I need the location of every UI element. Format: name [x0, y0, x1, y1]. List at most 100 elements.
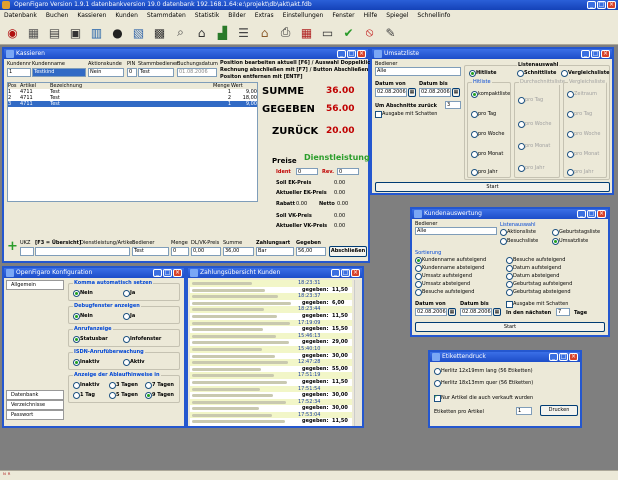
- box-icon[interactable]: ▩: [150, 23, 169, 42]
- menu-kunden[interactable]: Kunden: [115, 10, 138, 21]
- kundenaus-calendar-bis-icon[interactable]: ▦: [493, 308, 501, 316]
- opt-vg-jahr[interactable]: pro Jahr: [567, 169, 594, 176]
- debug-ja[interactable]: Ja: [123, 313, 135, 320]
- kundennr-field[interactable]: 1: [7, 68, 31, 77]
- list-item[interactable]: gegeben: 11,50: [190, 312, 352, 320]
- umsatz-maximize-button[interactable]: □: [591, 50, 600, 58]
- opt-pro-woche[interactable]: pro Woche: [471, 131, 504, 138]
- opt-vg-woche[interactable]: pro Woche: [567, 131, 600, 138]
- list-item[interactable]: gegeben: 30,00: [190, 392, 352, 399]
- menu-datenbank[interactable]: Datenbank: [4, 10, 37, 21]
- zahlung-scrollbar[interactable]: [354, 280, 362, 426]
- list-item[interactable]: 17:19:09: [190, 319, 352, 327]
- etikett-close-button[interactable]: ×: [569, 353, 578, 361]
- umsatz-datum-von-field[interactable]: 02.08.2006: [375, 88, 407, 97]
- menu-bilder[interactable]: Bilder: [228, 10, 245, 21]
- pin-field[interactable]: 0: [127, 68, 137, 77]
- pro-artikel-field[interactable]: 1: [516, 407, 532, 415]
- tab-passwort[interactable]: Passwort: [6, 410, 64, 420]
- menu-kassieren[interactable]: Kassieren: [77, 10, 106, 21]
- calendar-bis-icon[interactable]: ▦: [452, 88, 460, 97]
- komma-ja[interactable]: Ja: [123, 290, 135, 297]
- sort-besuche-auf[interactable]: Besuche aufsteigend: [506, 257, 565, 264]
- calendar-icon[interactable]: ▦: [297, 23, 316, 42]
- list-item[interactable]: 18:23:44: [190, 306, 352, 313]
- umsatz-datum-bis-field[interactable]: 02.08.2006: [419, 88, 451, 97]
- maximize-button[interactable]: □: [597, 1, 606, 9]
- umsatz-start-button[interactable]: Start: [375, 182, 610, 192]
- list-item[interactable]: 18:23:31: [190, 280, 352, 287]
- menu-stammdaten[interactable]: Stammdaten: [147, 10, 186, 21]
- chart-icon[interactable]: ▟: [213, 23, 232, 42]
- ukz-field[interactable]: [20, 247, 34, 256]
- zahlung-close-button[interactable]: ×: [351, 269, 360, 277]
- opt-vg-monat[interactable]: pro Monat: [567, 151, 599, 158]
- ablauf-9[interactable]: 9 Tagen: [145, 392, 174, 399]
- ablauf-1[interactable]: 1 Tag: [73, 392, 95, 399]
- buchungsdatum-field[interactable]: 01.08.2006: [177, 68, 217, 77]
- kundenname-field[interactable]: Testkind: [32, 68, 86, 77]
- umsatz-minimize-button[interactable]: _: [581, 50, 590, 58]
- radio-aktionsliste[interactable]: Aktionsliste: [500, 229, 536, 236]
- tab-verzeichnisse[interactable]: Verzeichnisse: [6, 400, 64, 410]
- kundenaus-calendar-von-icon[interactable]: ▦: [448, 308, 456, 316]
- list-item[interactable]: 17:51:19: [190, 372, 352, 379]
- list-item[interactable]: gegeben: 11,50: [190, 418, 352, 426]
- kassieren-maximize-button[interactable]: □: [347, 50, 356, 58]
- zahlung-maximize-button[interactable]: □: [341, 269, 350, 277]
- komma-nein[interactable]: Nein: [73, 290, 93, 297]
- stop-icon[interactable]: ⦸: [360, 23, 379, 42]
- menu-extras[interactable]: Extras: [255, 10, 274, 21]
- list-item[interactable]: gegeben: 6,00: [190, 299, 352, 307]
- nur-artikel-checkbox[interactable]: Nur Artikel die auch verkauft wurden: [434, 394, 533, 402]
- list-item[interactable]: gegeben: 30,00: [190, 405, 352, 412]
- list-item[interactable]: 17:52:34: [190, 398, 352, 406]
- opt-pro-monat[interactable]: pro Monat: [471, 151, 503, 158]
- table-row-selected[interactable]: 3 4711 Test 1 9,00: [8, 101, 257, 107]
- check-icon[interactable]: ✔: [339, 23, 358, 42]
- isdn-aktiv[interactable]: Aktiv: [123, 359, 145, 366]
- printer-icon[interactable]: ⎙: [276, 23, 295, 42]
- debug-nein[interactable]: Nein: [73, 313, 93, 320]
- opt-ds-monat[interactable]: pro Monat: [518, 143, 550, 150]
- kundenaus-minimize-button[interactable]: _: [577, 210, 586, 218]
- tools-icon[interactable]: ✎: [381, 23, 400, 42]
- menge-field[interactable]: 0: [171, 247, 189, 256]
- list-item[interactable]: 18:23:37: [190, 293, 352, 300]
- sort-datum-ab[interactable]: Datum absteigend: [506, 273, 559, 280]
- etikett-minimize-button[interactable]: _: [549, 353, 558, 361]
- sort-kundenname-ab[interactable]: Kundenname absteigend: [415, 265, 484, 272]
- menu-buchen[interactable]: Buchen: [46, 10, 69, 21]
- umsatz-zurueck-field[interactable]: 3: [445, 101, 461, 109]
- radio-geburtstagsliste[interactable]: Geburtstagsliste: [552, 229, 600, 236]
- sort-umsatz-auf[interactable]: Umsatz aufsteigend: [415, 273, 472, 280]
- menu-einstellungen[interactable]: Einstellungen: [283, 10, 324, 21]
- radio-besuchsliste[interactable]: Besuchsliste: [500, 238, 538, 245]
- sort-geburtstag-ab[interactable]: Geburtstag absteigend: [506, 289, 571, 296]
- konfig-close-button[interactable]: ×: [173, 269, 182, 277]
- radio-vergleichsliste[interactable]: Vergleichsliste: [561, 70, 610, 77]
- card-icon[interactable]: ▭: [318, 23, 337, 42]
- kundenaus-bediener-select[interactable]: Alle: [415, 227, 497, 235]
- umsatz-close-button[interactable]: ×: [601, 50, 610, 58]
- list-item[interactable]: gegeben: 29,00: [190, 339, 352, 346]
- kassieren-minimize-button[interactable]: _: [337, 50, 346, 58]
- aktionskunde-select[interactable]: Nein: [88, 68, 124, 77]
- opt-vg-zeitraum[interactable]: Zeitraum: [567, 91, 597, 98]
- ablauf-5[interactable]: 5 Tagen: [109, 392, 138, 399]
- sort-kundenname-auf[interactable]: Kundenname aufsteigend: [415, 257, 486, 264]
- disc-icon[interactable]: ●: [108, 23, 127, 42]
- calculator-icon[interactable]: ▣: [66, 23, 85, 42]
- konfig-minimize-button[interactable]: _: [153, 269, 162, 277]
- logo-icon[interactable]: ◉: [3, 23, 22, 42]
- umsatz-bediener-select[interactable]: Alle: [375, 67, 461, 76]
- opt-ds-tag[interactable]: pro Tag: [518, 97, 543, 104]
- tab-allgemein[interactable]: Allgemein: [6, 280, 64, 290]
- summe-field[interactable]: 36,00: [223, 247, 254, 256]
- opt-pro-tag[interactable]: pro Tag: [471, 111, 496, 118]
- zahlungsart-select[interactable]: Bar: [256, 247, 294, 256]
- bediener-select[interactable]: Test: [132, 247, 169, 256]
- menu-hilfe[interactable]: Hilfe: [364, 10, 378, 21]
- kundenaus-maximize-button[interactable]: □: [587, 210, 596, 218]
- abschliessen-button[interactable]: Abschließen: [329, 246, 367, 257]
